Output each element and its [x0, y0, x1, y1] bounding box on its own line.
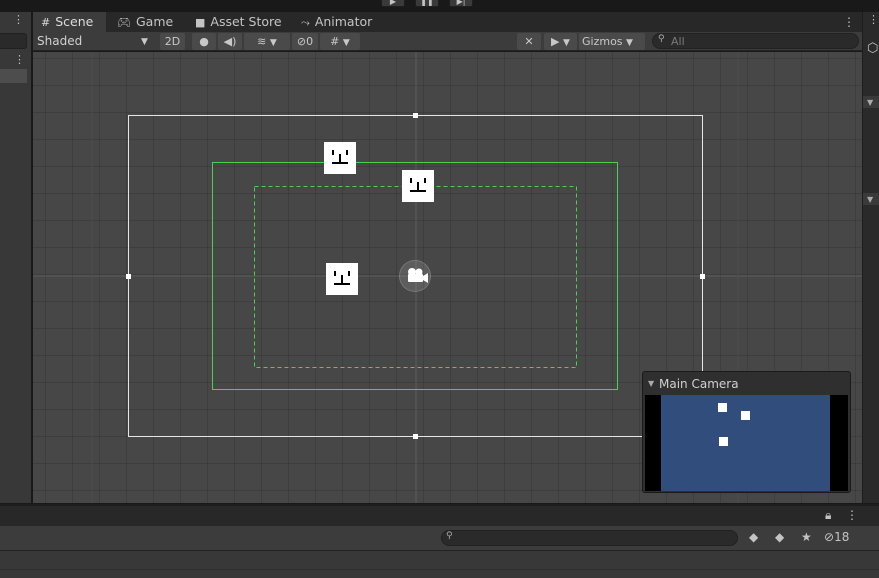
- smiley-sprite[interactable]: [402, 170, 434, 202]
- lighting-toggle-button[interactable]: ●: [192, 33, 216, 50]
- project-panel: 🔒︎ ⋮ ⚲ ◆ ◆ ★ ⊘18: [0, 504, 879, 578]
- grid-icon: #: [330, 35, 340, 48]
- grid-icon: #: [41, 16, 51, 29]
- gamepad-icon: 🎮︎: [117, 16, 131, 29]
- tools-icon: ✕: [524, 35, 534, 48]
- tools-button[interactable]: ✕: [517, 33, 541, 50]
- camera-frame-handle-right[interactable]: [700, 274, 705, 279]
- search-icon: ⚲: [446, 531, 453, 541]
- inspector-panel: ⋮ ⬡ ▼ ▼: [862, 12, 879, 503]
- filter-by-type-icon[interactable]: ◆: [749, 530, 758, 544]
- chevron-down-icon: ▼: [269, 38, 277, 48]
- camera-frame-handle-left[interactable]: [126, 274, 131, 279]
- scene-viewport[interactable]: ▼ Main Camera: [33, 52, 862, 503]
- project-content-area[interactable]: [0, 552, 879, 570]
- mini-sprite: [719, 437, 728, 446]
- gizmos-dropdown[interactable]: Gizmos ▼: [579, 33, 645, 50]
- play-button[interactable]: ▶: [381, 0, 405, 7]
- scene-search-input[interactable]: ⚲ All: [652, 33, 859, 49]
- lock-icon[interactable]: 🔒︎: [825, 508, 831, 523]
- kebab-menu-icon[interactable]: ⋮: [868, 13, 879, 26]
- tab-scene[interactable]: # Scene: [33, 12, 106, 32]
- tab-game[interactable]: 🎮︎ Game: [117, 12, 183, 32]
- hidden-packages-button[interactable]: ⊘18: [824, 530, 849, 544]
- chevron-down-icon: ▼: [563, 38, 570, 48]
- camera-frame-handle-top[interactable]: [413, 113, 418, 118]
- chevron-down-icon: ▼: [342, 38, 350, 48]
- chevron-down-icon: ▼: [626, 38, 633, 48]
- camera-preview-window[interactable]: ▼ Main Camera: [642, 371, 851, 493]
- favorite-star-icon[interactable]: ★: [801, 530, 812, 544]
- top-play-bar: ▶ ❚❚ ▶|: [0, 0, 879, 12]
- step-button[interactable]: ▶|: [449, 0, 473, 7]
- camera-preview-title: Main Camera: [659, 377, 739, 391]
- kebab-menu-icon[interactable]: ⋮: [14, 53, 25, 66]
- 2d-toggle-button[interactable]: 2D: [160, 33, 185, 50]
- collapse-triangle-icon[interactable]: ▼: [648, 379, 654, 388]
- project-search-input[interactable]: ⚲: [441, 530, 738, 546]
- smiley-face-icon: [334, 271, 350, 285]
- mini-sprite: [741, 411, 750, 420]
- search-icon: ⚲: [658, 34, 665, 44]
- kebab-menu-icon[interactable]: ⋮: [13, 13, 24, 26]
- scene-toolbar: Shaded ▼ 2D ● ◀) ≋ ▼ ⊘0 # ▼ ✕ ▶ ▼ Gizmos…: [33, 32, 862, 51]
- grid-toggle-button[interactable]: # ▼: [320, 33, 360, 50]
- kebab-menu-icon[interactable]: ⋮: [843, 15, 855, 29]
- scene-tab-bar: # Scene 🎮︎ Game ■ Asset Store ⤳ Animator ⋮: [33, 12, 862, 32]
- hierarchy-selected-row[interactable]: [0, 69, 27, 83]
- shading-mode-dropdown[interactable]: Shaded: [33, 33, 153, 50]
- cube-icon: ⬡: [867, 41, 879, 56]
- shopping-bag-icon: ■: [195, 16, 206, 29]
- hierarchy-panel: ⋮ ⋮: [0, 12, 31, 503]
- project-tab-bar: 🔒︎ ⋮: [0, 506, 879, 526]
- camera-frame-handle-bottom[interactable]: [413, 434, 418, 439]
- camera-preview-screen: [661, 395, 830, 491]
- hierarchy-search-input[interactable]: [0, 33, 27, 49]
- lightbulb-icon: ●: [199, 35, 209, 48]
- project-toolbar: ⚲ ◆ ◆ ★ ⊘18: [0, 526, 879, 551]
- smiley-face-icon: [410, 178, 426, 192]
- smiley-sprite[interactable]: [326, 263, 358, 295]
- collapse-triangle-icon[interactable]: ▼: [867, 195, 873, 204]
- eye-slash-icon: ⊘: [296, 35, 307, 48]
- chevron-down-icon: ▼: [141, 37, 148, 47]
- camera-preview-view: [645, 395, 848, 491]
- tab-animator[interactable]: ⤳ Animator: [301, 12, 373, 32]
- video-camera-icon: [408, 268, 428, 283]
- smiley-sprite[interactable]: [324, 142, 356, 174]
- mini-sprite: [718, 403, 727, 412]
- kebab-menu-icon[interactable]: ⋮: [846, 508, 858, 522]
- label-tag-icon[interactable]: ◆: [775, 530, 784, 544]
- camera-gizmo-icon[interactable]: [399, 260, 431, 292]
- pause-button[interactable]: ❚❚: [415, 0, 439, 7]
- smiley-face-icon: [332, 150, 348, 164]
- speaker-icon: ◀): [223, 35, 237, 48]
- eye-slash-icon: ⊘: [824, 530, 835, 544]
- collapse-triangle-icon[interactable]: ▼: [867, 98, 873, 107]
- tab-asset-store[interactable]: ■ Asset Store: [195, 12, 283, 32]
- layers-icon: ≋: [257, 35, 267, 48]
- audio-toggle-button[interactable]: ◀): [218, 33, 242, 50]
- camera-settings-button[interactable]: ▶ ▼: [544, 33, 577, 50]
- hidden-objects-button[interactable]: ⊘0: [292, 33, 318, 50]
- effects-toggle-button[interactable]: ≋ ▼: [244, 33, 290, 50]
- animator-icon: ⤳: [301, 16, 310, 29]
- camera-icon: ▶: [551, 35, 560, 48]
